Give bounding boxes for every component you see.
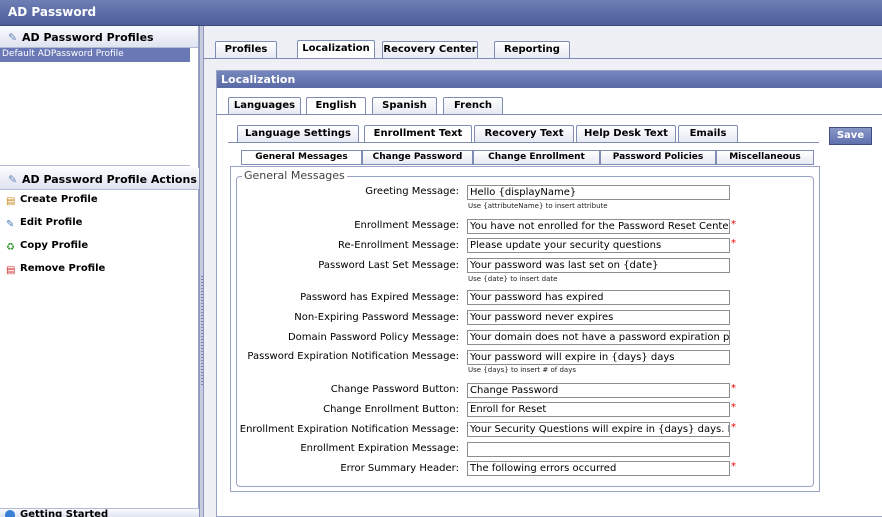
password-last-set-input[interactable]: Your password was last set on {date} [467, 258, 730, 273]
domain-policy-label: Domain Password Policy Message: [287, 332, 459, 343]
reenrollment-input[interactable]: Please update your security questions [467, 238, 730, 253]
remove-profile-action[interactable]: ▤ Remove Profile [0, 259, 199, 282]
tab-languages[interactable]: Languages [228, 97, 301, 114]
non-expiring-input[interactable]: Your password never expires [467, 310, 730, 325]
profile-item[interactable]: Default ADPassword Profile [0, 48, 190, 62]
password-expired-label: Password has Expired Message: [300, 292, 459, 303]
change-password-button-input[interactable]: Change Password [467, 383, 730, 398]
copy-icon: ♻ [6, 242, 15, 253]
tab-french[interactable]: French [443, 97, 503, 114]
password-last-set-hint: Use {date} to insert date [468, 275, 558, 283]
action-label: Create Profile [20, 194, 98, 205]
domain-policy-input[interactable]: Your domain does not have a password exp… [467, 330, 730, 345]
password-last-set-label: Password Last Set Message: [318, 260, 459, 271]
enrollment-input[interactable]: You have not enrolled for the Password R… [467, 219, 730, 234]
profiles-header: ✎ AD Password Profiles [0, 26, 198, 48]
tab-change-enrollment[interactable]: Change Enrollment [473, 150, 600, 165]
required-marker: * [731, 461, 736, 472]
tab-emails[interactable]: Emails [678, 125, 738, 142]
actions-header-label: AD Password Profile Actions [22, 173, 197, 186]
remove-icon: ▤ [6, 265, 16, 276]
language-tab-divider [216, 114, 882, 115]
action-label: Copy Profile [20, 240, 89, 251]
tab-recovery-center[interactable]: Recovery Center [382, 41, 478, 58]
tab-spanish[interactable]: Spanish [372, 97, 437, 114]
create-icon: ▤ [6, 196, 16, 207]
password-expiration-notification-label: Password Expiration Notification Message… [247, 351, 459, 362]
required-marker: * [731, 422, 736, 433]
getting-started-label: Getting Started [20, 509, 109, 517]
copy-profile-action[interactable]: ♻ Copy Profile [0, 236, 199, 259]
create-profile-action[interactable]: ▤ Create Profile [0, 190, 199, 213]
tab-reporting[interactable]: Reporting [494, 41, 570, 58]
profiles-header-label: AD Password Profiles [22, 31, 154, 44]
profiles-list: Default ADPassword Profile [0, 48, 190, 166]
left-pane: ✎ AD Password Profiles Default ADPassword… [0, 26, 199, 517]
tab-english[interactable]: English [306, 97, 366, 115]
group-title: General Messages [242, 169, 347, 182]
greeting-hint: Use {attributeName} to insert attribute [468, 202, 608, 210]
edit-profile-action[interactable]: ✎ Edit Profile [0, 213, 199, 236]
enrollment-expiration-input[interactable] [467, 442, 730, 457]
key-icon: ✎ [8, 31, 18, 44]
error-summary-label: Error Summary Header: [340, 463, 459, 474]
tab-recovery-text[interactable]: Recovery Text [474, 125, 574, 142]
actions-section: ✎ AD Password Profile Actions ▤ Create Pro… [0, 168, 199, 282]
tab-divider [204, 58, 882, 59]
enrollment-expiration-notification-label: Enrollment Expiration Notification Messa… [239, 424, 459, 435]
required-marker: * [731, 383, 736, 394]
greeting-input[interactable]: Hello {displayName} [467, 185, 730, 200]
tab-help-desk-text[interactable]: Help Desk Text [576, 125, 676, 142]
tab-localization[interactable]: Localization [297, 40, 375, 58]
change-enrollment-button-input[interactable]: Enroll for Reset [467, 402, 730, 417]
tab-language-settings[interactable]: Language Settings [237, 125, 359, 142]
error-summary-input[interactable]: The following errors occurred [467, 461, 730, 476]
tab-general-messages[interactable]: General Messages [241, 150, 362, 165]
key-icon: ✎ [8, 173, 18, 186]
window-title: AD Password [8, 5, 97, 19]
tab-change-password[interactable]: Change Password [362, 150, 473, 165]
tab-profiles[interactable]: Profiles [215, 41, 277, 58]
required-marker: * [731, 402, 736, 413]
required-marker: * [731, 238, 736, 249]
change-password-button-label: Change Password Button: [330, 384, 459, 395]
tab-enrollment-text[interactable]: Enrollment Text [364, 125, 472, 143]
password-expired-input[interactable]: Your password has expired [467, 290, 730, 305]
enrollment-label: Enrollment Message: [354, 220, 459, 231]
title-bar: AD Password [0, 0, 882, 26]
actions-header: ✎ AD Password Profile Actions [0, 168, 199, 190]
action-label: Remove Profile [20, 263, 106, 274]
section-tab-divider [228, 142, 819, 143]
globe-icon [5, 510, 15, 517]
edit-icon: ✎ [6, 219, 15, 230]
greeting-label: Greeting Message: [365, 186, 459, 197]
password-expiration-hint: Use {days} to insert # of days [468, 366, 576, 374]
save-button[interactable]: Save [829, 127, 872, 145]
getting-started-section[interactable]: Getting Started [0, 508, 199, 517]
reenrollment-label: Re-Enrollment Message: [337, 240, 459, 251]
tab-miscellaneous[interactable]: Miscellaneous [716, 150, 814, 165]
non-expiring-label: Non-Expiring Password Message: [294, 312, 459, 323]
enrollment-expiration-notification-input[interactable]: Your Security Questions will expire in {… [467, 422, 730, 437]
required-marker: * [731, 219, 736, 230]
password-expiration-notification-input[interactable]: Your password will expire in {days} days [467, 350, 730, 365]
change-enrollment-button-label: Change Enrollment Button: [323, 404, 459, 415]
action-label: Edit Profile [20, 217, 83, 228]
panel-title: Localization [217, 71, 882, 88]
splitter-grip[interactable] [201, 276, 203, 386]
enrollment-expiration-label: Enrollment Expiration Message: [300, 443, 459, 454]
tab-password-policies[interactable]: Password Policies [600, 150, 716, 165]
